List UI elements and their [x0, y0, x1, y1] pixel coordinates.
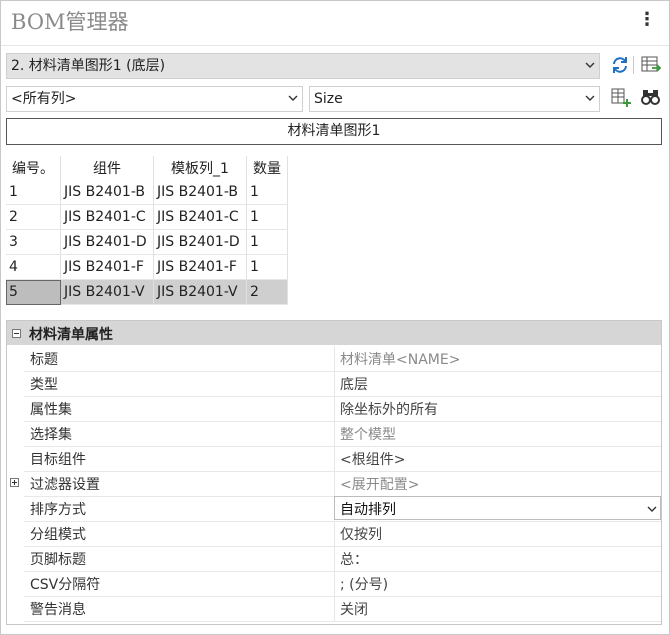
- cell-component[interactable]: JIS B2401-C: [60, 204, 154, 230]
- export-table-icon[interactable]: [640, 54, 662, 76]
- chevron-down-icon: [585, 62, 595, 70]
- property-key: 页脚标题: [30, 552, 86, 568]
- cell-number[interactable]: 3: [6, 229, 61, 255]
- column-header-number[interactable]: 编号。: [6, 156, 61, 180]
- panel-title: BOM管理器: [11, 10, 129, 34]
- table-row[interactable]: 1 JIS B2401-B JIS B2401-B 1: [6, 180, 288, 205]
- columns-select[interactable]: <所有列>: [6, 86, 303, 112]
- property-divider: [334, 546, 335, 571]
- cell-component[interactable]: JIS B2401-F: [60, 254, 154, 280]
- refresh-icon[interactable]: [610, 55, 632, 77]
- property-value[interactable]: 仅按列: [340, 524, 382, 544]
- property-key: 选择集: [30, 427, 72, 443]
- cell-quantity[interactable]: 1: [246, 180, 288, 205]
- column-header-quantity[interactable]: 数量: [246, 156, 288, 180]
- property-divider: [334, 471, 335, 496]
- property-key: 排序方式: [30, 502, 86, 518]
- cell-component[interactable]: JIS B2401-D: [60, 229, 154, 255]
- cell-component[interactable]: JIS B2401-V: [60, 279, 154, 305]
- property-key: 属性集: [30, 402, 72, 418]
- property-divider: [334, 521, 335, 546]
- table-row[interactable]: 3 JIS B2401-D JIS B2401-D 1: [6, 229, 288, 255]
- property-value[interactable]: ; (分号): [340, 574, 388, 594]
- cell-template-column[interactable]: JIS B2401-D: [153, 229, 247, 255]
- cell-template-column[interactable]: JIS B2401-C: [153, 204, 247, 230]
- properties-section-title: 材料清单属性: [29, 327, 113, 343]
- property-divider: [334, 421, 335, 446]
- property-key: 标题: [30, 352, 58, 368]
- table-row[interactable]: 4 JIS B2401-F JIS B2401-F 1: [6, 254, 288, 280]
- property-value[interactable]: 总：: [340, 549, 368, 569]
- property-divider: [334, 596, 335, 621]
- property-value[interactable]: 材料清单<NAME>: [340, 349, 460, 369]
- collapse-icon[interactable]: [12, 329, 21, 338]
- find-binoculars-icon[interactable]: [640, 86, 662, 108]
- property-key: 过滤器设置: [30, 477, 100, 493]
- cell-number[interactable]: 2: [6, 204, 61, 230]
- chevron-down-icon: [585, 95, 595, 103]
- property-row-type[interactable]: 类型 底层: [24, 371, 661, 397]
- property-value[interactable]: 关闭: [340, 599, 368, 619]
- property-key: 类型: [30, 377, 58, 393]
- field-select-value: Size: [314, 91, 343, 107]
- property-value[interactable]: 除坐标外的所有: [340, 399, 438, 419]
- table-header-row: 编号。 组件 模板列_1 数量: [6, 156, 288, 180]
- cell-number[interactable]: 1: [6, 180, 61, 205]
- property-row-attribute-set[interactable]: 属性集 除坐标外的所有: [24, 396, 661, 422]
- property-row-title[interactable]: 标题 材料清单<NAME>: [24, 346, 661, 372]
- property-value[interactable]: 整个模型: [340, 424, 396, 444]
- property-key: 目标组件: [30, 452, 86, 468]
- table-row[interactable]: 2 JIS B2401-C JIS B2401-C 1: [6, 204, 288, 230]
- property-divider: [334, 346, 335, 371]
- property-row-group-mode[interactable]: 分组模式 仅按列: [24, 521, 661, 547]
- more-options-icon[interactable]: ⋮: [638, 10, 656, 30]
- property-row-selection-set[interactable]: 选择集 整个模型: [24, 421, 661, 447]
- property-row-footer-title[interactable]: 页脚标题 总：: [24, 546, 661, 572]
- property-value[interactable]: <根组件>: [340, 449, 405, 469]
- cell-quantity[interactable]: 1: [246, 204, 288, 230]
- title-divider: [1, 45, 669, 46]
- bom-select-value: 2. 材料清单图形1 (底层): [11, 58, 166, 74]
- toolbar-divider: [633, 56, 634, 74]
- property-value[interactable]: 自动排列: [340, 499, 396, 519]
- cell-component[interactable]: JIS B2401-B: [60, 180, 154, 205]
- property-value[interactable]: 底层: [340, 374, 368, 394]
- property-value[interactable]: <展开配置>: [340, 474, 419, 494]
- columns-select-value: <所有列>: [11, 91, 77, 107]
- property-divider: [334, 371, 335, 396]
- property-row-warning-messages[interactable]: 警告消息 关闭: [24, 596, 661, 622]
- property-divider: [334, 396, 335, 421]
- property-row-csv-separator[interactable]: CSV分隔符 ; (分号): [24, 571, 661, 597]
- cell-template-column[interactable]: JIS B2401-F: [153, 254, 247, 280]
- cell-quantity[interactable]: 1: [246, 254, 288, 280]
- add-column-icon[interactable]: [610, 86, 632, 108]
- cell-number[interactable]: 4: [6, 254, 61, 280]
- property-row-sort-mode[interactable]: 排序方式 自动排列: [24, 496, 661, 522]
- property-divider: [334, 446, 335, 471]
- cell-number[interactable]: 5: [6, 279, 61, 305]
- cell-quantity[interactable]: 1: [246, 229, 288, 255]
- property-row-filter-settings[interactable]: 过滤器设置 <展开配置>: [24, 471, 661, 497]
- property-key: CSV分隔符: [30, 577, 101, 593]
- cell-quantity[interactable]: 2: [246, 279, 288, 305]
- property-key: 分组模式: [30, 527, 86, 543]
- property-divider: [334, 571, 335, 596]
- chevron-down-icon: [288, 95, 298, 103]
- field-select[interactable]: Size: [309, 86, 600, 112]
- table-row-selected[interactable]: 5 JIS B2401-V JIS B2401-V 2: [6, 279, 288, 305]
- property-row-target-component[interactable]: 目标组件 <根组件>: [24, 446, 661, 472]
- bom-select[interactable]: 2. 材料清单图形1 (底层): [6, 53, 600, 79]
- column-header-template-column[interactable]: 模板列_1: [153, 156, 247, 180]
- chevron-down-icon: [647, 506, 657, 514]
- properties-section-header[interactable]: 材料清单属性: [7, 321, 661, 345]
- column-header-component[interactable]: 组件: [60, 156, 154, 180]
- property-key: 警告消息: [30, 602, 86, 618]
- bom-table-caption[interactable]: 材料清单图形1: [6, 118, 662, 145]
- bom-table: 编号。 组件 模板列_1 数量 1 JIS B2401-B JIS B2401-…: [6, 156, 288, 305]
- cell-template-column[interactable]: JIS B2401-V: [153, 279, 247, 305]
- expand-icon[interactable]: [10, 478, 19, 487]
- cell-template-column[interactable]: JIS B2401-B: [153, 180, 247, 205]
